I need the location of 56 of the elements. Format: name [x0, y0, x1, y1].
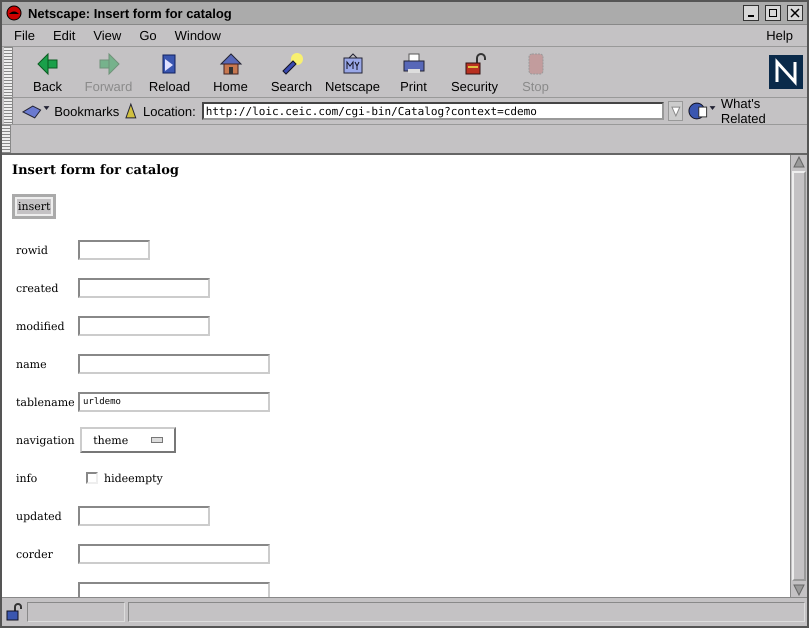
field-label: name: [15, 358, 48, 370]
netscape-logo[interactable]: [769, 55, 803, 89]
insert-button[interactable]: insert: [12, 194, 56, 219]
text-field[interactable]: [78, 506, 210, 526]
text-field[interactable]: urldemo: [78, 392, 270, 412]
field-label: info: [15, 472, 38, 484]
menu-item[interactable]: View: [85, 28, 132, 43]
padlock-icon[interactable]: [4, 603, 24, 621]
help-menu[interactable]: Help: [758, 28, 803, 43]
text-field[interactable]: [78, 354, 270, 374]
field-label: rowid: [15, 244, 49, 256]
text-field[interactable]: [78, 278, 210, 298]
toolbar-button[interactable]: Netscape: [322, 50, 383, 94]
checkbox-label[interactable]: hideempty: [104, 472, 163, 484]
window-title: Netscape: Insert form for catalog: [28, 6, 233, 20]
page-heading: Insert form for catalog: [12, 163, 180, 178]
back-arrow-icon: [34, 50, 60, 76]
menu-item[interactable]: Window: [166, 28, 231, 43]
home-icon: [218, 50, 244, 76]
field-label: created: [15, 282, 60, 294]
whats-related-label[interactable]: What's Related: [720, 96, 807, 126]
toolbar-grip[interactable]: [4, 47, 13, 97]
page-proxy-icon[interactable]: [123, 102, 139, 120]
field-label: corder: [15, 548, 54, 560]
globe-icon[interactable]: [687, 102, 717, 120]
toolbar-grip[interactable]: [4, 98, 13, 124]
maximize-button[interactable]: [765, 5, 781, 21]
hat-logo-icon: [6, 5, 22, 21]
checkbox[interactable]: [86, 472, 98, 484]
close-button[interactable]: [787, 5, 803, 21]
location-label: Location:: [142, 104, 196, 118]
menu-item[interactable]: File: [6, 28, 45, 43]
toolbar-button[interactable]: Home: [200, 50, 261, 94]
field-label: updated: [15, 510, 63, 522]
text-field[interactable]: [78, 544, 270, 564]
bookmarks-label[interactable]: Bookmarks: [54, 104, 120, 118]
scroll-up-icon[interactable]: [793, 156, 805, 168]
text-field[interactable]: [78, 316, 210, 336]
minimize-button[interactable]: [743, 5, 759, 21]
text-field[interactable]: [78, 582, 270, 597]
vertical-scrollbar[interactable]: [790, 155, 807, 597]
url-field[interactable]: http://loic.ceic.com/cgi-bin/Catalog?context=cdemo: [202, 102, 664, 120]
scroll-down-icon[interactable]: [793, 584, 805, 596]
field-label: tablename: [15, 396, 76, 408]
menu-item[interactable]: Go: [131, 28, 167, 43]
toolbar-button[interactable]: Print: [383, 50, 444, 94]
toolbar-button[interactable]: Reload: [139, 50, 200, 94]
toolbar-button[interactable]: Search: [261, 50, 322, 94]
field-label: modified: [15, 320, 66, 332]
select-dropdown[interactable]: theme: [80, 427, 176, 453]
menu-item[interactable]: Edit: [44, 28, 86, 43]
field-label: navigation: [15, 434, 76, 446]
toolbar-button[interactable]: Security: [444, 50, 505, 94]
toolbar-button[interactable]: Back: [17, 50, 78, 94]
toolbar-grip[interactable]: [2, 125, 11, 153]
text-field[interactable]: [78, 240, 150, 260]
